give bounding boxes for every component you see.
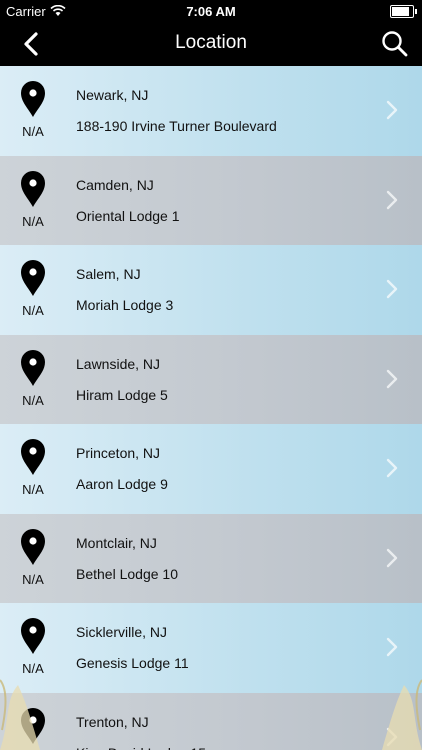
lodge-label: 188-190 Irvine Turner Boulevard: [76, 118, 277, 134]
city-label: Princeton, NJ: [76, 445, 161, 461]
distance-label: N/A: [22, 482, 44, 497]
lodge-label: Bethel Lodge 10: [76, 565, 178, 582]
list-item[interactable]: N/A Camden, NJ Oriental Lodge 1: [0, 155, 422, 245]
map-pin-icon: [21, 618, 45, 654]
list-item[interactable]: N/A Newark, NJ 188-190 Irvine Turner Boule…: [0, 66, 422, 156]
location-list: N/A Newark, NJ 188-190 Irvine Turner Boule…: [0, 66, 422, 750]
city-label: Camden, NJ: [76, 176, 154, 193]
list-item[interactable]: N/A Salem, NJ Moriah Lodge 3: [0, 245, 422, 335]
status-time: 7:06 AM: [186, 4, 236, 19]
chevron-right-icon: [386, 190, 398, 209]
distance-label: N/A: [22, 213, 44, 229]
search-icon[interactable]: [380, 29, 410, 59]
city-label: Montclair, NJ: [76, 534, 157, 551]
city-label: Trenton, NJ: [76, 713, 149, 730]
distance-label: N/A: [22, 392, 44, 408]
lodge-label: Genesis Lodge 11: [76, 655, 189, 671]
map-pin-icon: [21, 439, 45, 475]
chevron-right-icon: [386, 369, 398, 388]
page-title: Location: [175, 32, 247, 53]
chevron-right-icon: [386, 100, 398, 120]
list-item[interactable]: N/A Sicklerville, NJ Genesis Lodge 11: [0, 603, 422, 693]
lodge-label: Hiram Lodge 5: [76, 386, 168, 403]
distance-label: N/A: [22, 661, 44, 676]
distance-label: N/A: [22, 571, 44, 587]
chevron-right-icon: [386, 548, 398, 567]
city-label: Lawnside, NJ: [76, 355, 161, 372]
list-item[interactable]: N/A Lawnside, NJ Hiram Lodge 5: [0, 334, 422, 424]
map-pin-icon: [21, 349, 45, 386]
lodge-label: Aaron Lodge 9: [76, 476, 168, 492]
chevron-right-icon: [386, 727, 398, 746]
distance-label: N/A: [22, 124, 44, 139]
chevron-right-icon: [386, 637, 398, 657]
distance-label: N/A: [22, 303, 44, 318]
map-pin-icon: [21, 528, 45, 565]
lodge-label: Oriental Lodge 1: [76, 207, 180, 224]
map-pin-icon: [21, 260, 45, 296]
back-chevron-icon[interactable]: [14, 30, 44, 58]
navigation-bar: Location: [0, 22, 422, 66]
map-pin-icon: [21, 170, 45, 207]
list-item[interactable]: N/A Montclair, NJ Bethel Lodge 10: [0, 513, 422, 603]
city-label: Salem, NJ: [76, 266, 141, 282]
list-item[interactable]: N/A Princeton, NJ Aaron Lodge 9: [0, 424, 422, 514]
city-label: Newark, NJ: [76, 87, 149, 103]
list-item[interactable]: N/ATrenton, NJKing David Lodge 15: [0, 692, 422, 750]
map-pin-icon: [21, 707, 45, 744]
battery-icon: [390, 5, 417, 18]
city-label: Sicklerville, NJ: [76, 624, 168, 640]
status-bar: Carrier 7:06 AM: [0, 0, 422, 22]
lodge-label: King David Lodge 15: [76, 745, 206, 750]
lodge-label: Moriah Lodge 3: [76, 297, 174, 313]
chevron-right-icon: [386, 458, 398, 478]
map-pin-icon: [21, 81, 45, 117]
chevron-right-icon: [386, 279, 398, 299]
